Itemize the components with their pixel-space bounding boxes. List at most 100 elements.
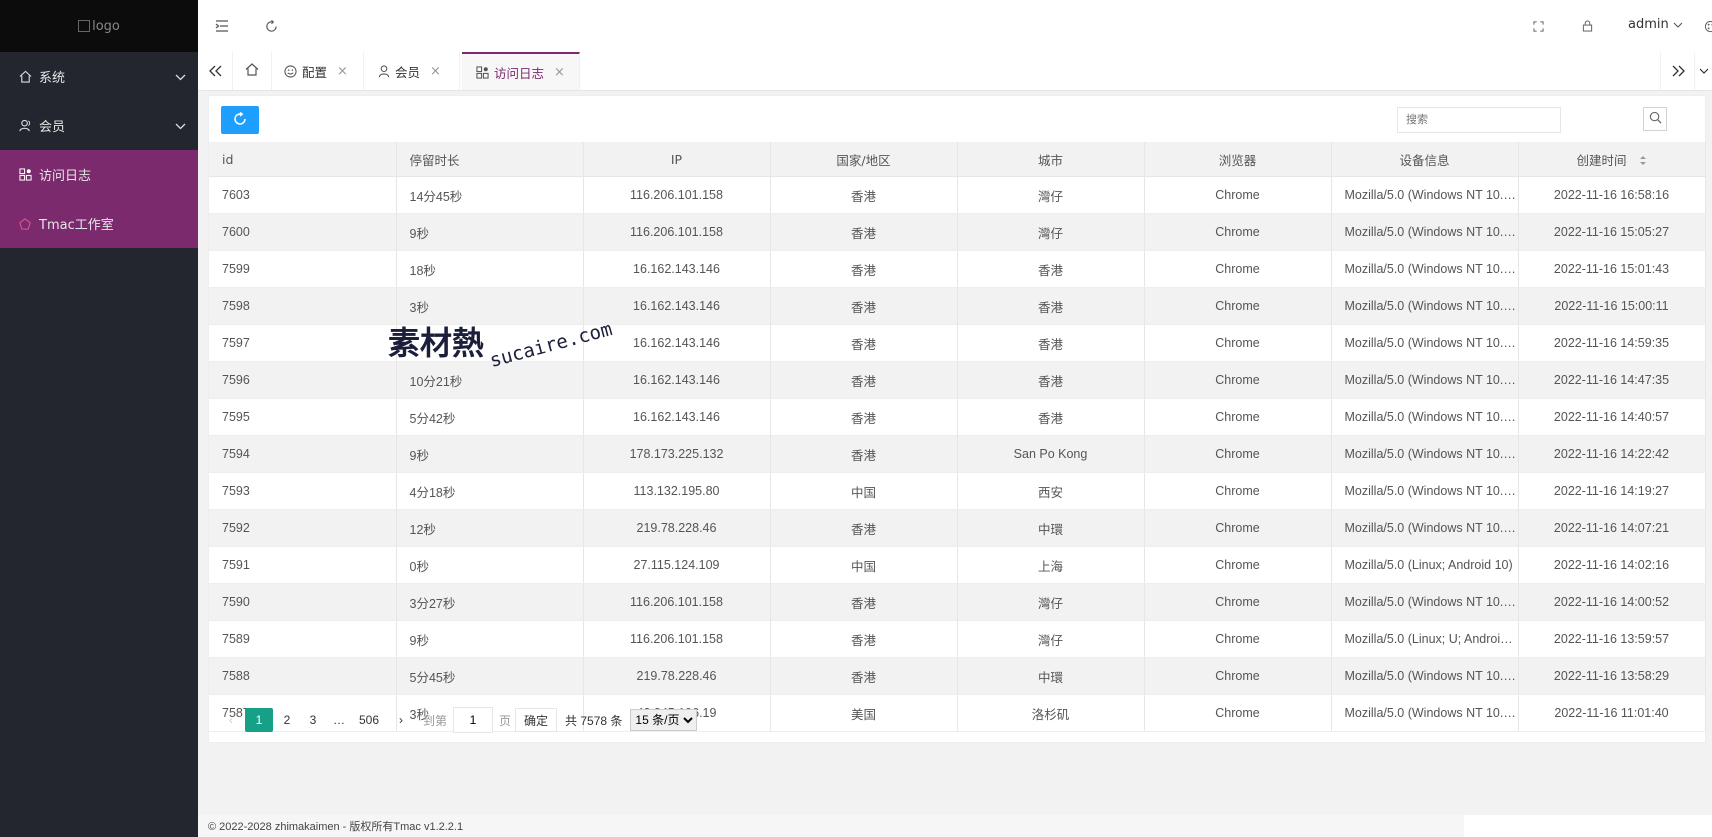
cell-id: 7593 bbox=[209, 472, 397, 510]
table-row[interactable]: 7592 12秒 219.78.228.46 香港 中環 Chrome Mozilla/5.… bbox=[209, 509, 1706, 547]
tab-menu-chevron-icon[interactable] bbox=[1694, 52, 1712, 90]
page-number-input[interactable] bbox=[453, 707, 494, 733]
table-row[interactable]: 7603 14分45秒 116.206.101.158 香港 灣仔 Chrome Mozil… bbox=[209, 176, 1706, 214]
sidebar-item-label: 访问日志 bbox=[39, 169, 92, 184]
menu-fold-icon[interactable] bbox=[212, 16, 232, 36]
sidebar-item-system[interactable]: 系统 bbox=[0, 52, 198, 101]
page-1-button[interactable]: 1 bbox=[245, 708, 273, 732]
logo-alt-text: logo bbox=[92, 18, 120, 34]
cell-created: 2022-11-16 15:00:11 bbox=[1518, 287, 1706, 325]
column-header-browser[interactable]: 浏览器 bbox=[1144, 142, 1332, 177]
table-row[interactable]: 7590 3分27秒 116.206.101.158 香港 灣仔 Chrome Mozill… bbox=[209, 583, 1706, 621]
table-row[interactable]: 7594 9秒 178.173.225.132 香港 San Po Kong Chrome… bbox=[209, 435, 1706, 473]
column-header-created[interactable]: 创建时间 bbox=[1518, 142, 1706, 177]
close-icon[interactable]: × bbox=[337, 64, 348, 79]
log-icon bbox=[18, 168, 32, 182]
cell-created: 2022-11-16 16:58:16 bbox=[1518, 176, 1706, 214]
cell-ip: 16.162.143.146 bbox=[583, 250, 771, 288]
cell-ip: 27.115.124.109 bbox=[583, 546, 771, 584]
cell-ip: 116.206.101.158 bbox=[583, 176, 771, 214]
refresh-icon[interactable] bbox=[261, 16, 281, 36]
sidebar-item-member[interactable]: 会员 bbox=[0, 101, 198, 150]
cell-country: 香港 bbox=[770, 213, 958, 251]
cell-browser: Chrome bbox=[1144, 287, 1332, 325]
sidebar-item-access-log[interactable]: 访问日志 bbox=[0, 150, 198, 199]
cell-created: 2022-11-16 14:07:21 bbox=[1518, 509, 1706, 547]
column-header-ip[interactable]: IP bbox=[583, 142, 771, 177]
goto-label: 到第 bbox=[423, 713, 448, 728]
prev-page-button[interactable]: ‹ bbox=[219, 708, 243, 732]
table-row[interactable]: 7600 9秒 116.206.101.158 香港 灣仔 Chrome Mozilla/5… bbox=[209, 213, 1706, 251]
column-header-label: 创建时间 bbox=[1576, 152, 1627, 168]
table-row[interactable]: 7596 10分21秒 16.162.143.146 香港 香港 Chrome Mozill… bbox=[209, 361, 1706, 399]
cell-id: 7597 bbox=[209, 324, 397, 362]
cell-city: 香港 bbox=[957, 324, 1145, 362]
search-input[interactable] bbox=[1397, 107, 1561, 133]
cell-city: 灣仔 bbox=[957, 583, 1145, 621]
page-3-button[interactable]: 3 bbox=[301, 708, 325, 732]
user-group-icon bbox=[18, 119, 32, 133]
tab-config[interactable]: 配置 × bbox=[270, 52, 364, 90]
smile-icon bbox=[284, 64, 297, 78]
page-goto: 到第 页 bbox=[423, 707, 511, 733]
home-icon bbox=[245, 63, 259, 79]
tab-home[interactable] bbox=[232, 52, 272, 90]
cell-country: 中国 bbox=[770, 472, 958, 510]
column-header-city[interactable]: 城市 bbox=[957, 142, 1145, 177]
cell-browser: Chrome bbox=[1144, 361, 1332, 399]
table-row[interactable]: 7599 18秒 16.162.143.146 香港 香港 Chrome Mozilla/5… bbox=[209, 250, 1706, 288]
column-header-id[interactable]: id bbox=[209, 142, 397, 177]
search-button[interactable] bbox=[1643, 107, 1667, 131]
tab-scroll-left-icon[interactable] bbox=[198, 52, 232, 90]
cell-duration: 5分42秒 bbox=[396, 398, 584, 436]
next-page-button[interactable]: › bbox=[389, 708, 413, 732]
access-log-table: id 停留时长 IP 国家/地区 城市 浏览器 设备信息 创建时间 7603 14… bbox=[209, 142, 1706, 732]
page-2-button[interactable]: 2 bbox=[275, 708, 299, 732]
cell-city: 中環 bbox=[957, 509, 1145, 547]
refresh-button[interactable] bbox=[221, 106, 259, 134]
cell-duration bbox=[396, 324, 584, 362]
lock-icon[interactable] bbox=[1577, 16, 1597, 36]
user-menu[interactable]: admin bbox=[1628, 17, 1683, 32]
tab-label: 配置 bbox=[302, 64, 328, 80]
cell-ip: 16.162.143.146 bbox=[583, 361, 771, 399]
sort-icon[interactable] bbox=[1639, 154, 1647, 169]
table-row[interactable]: 7597 16.162.143.146 香港 香港 Chrome Mozilla/5.0 … bbox=[209, 324, 1706, 362]
column-header-device[interactable]: 设备信息 bbox=[1331, 142, 1519, 177]
sidebar-item-tmac-studio[interactable]: Tmac工作室 bbox=[0, 199, 198, 248]
cell-browser: Chrome bbox=[1144, 472, 1332, 510]
page-size-select[interactable]: 15 条/页 bbox=[630, 709, 698, 731]
logo[interactable]: logo bbox=[0, 0, 198, 52]
cell-browser: Chrome bbox=[1144, 657, 1332, 695]
pentagon-icon bbox=[18, 217, 32, 231]
tab-scroll-right-icon[interactable] bbox=[1660, 52, 1695, 90]
cell-device: Mozilla/5.0 (Linux; U; Android 10) bbox=[1331, 620, 1519, 658]
close-icon[interactable]: × bbox=[554, 65, 565, 80]
chevron-down-icon bbox=[175, 70, 186, 85]
column-header-duration[interactable]: 停留时长 bbox=[396, 142, 584, 177]
table-row[interactable]: 7593 4分18秒 113.132.195.80 中国 西安 Chrome Mozilla… bbox=[209, 472, 1706, 510]
close-icon[interactable]: × bbox=[430, 64, 441, 79]
table-row[interactable]: 7588 5分45秒 219.78.228.46 香港 中環 Chrome Mozilla/… bbox=[209, 657, 1706, 695]
theme-icon[interactable] bbox=[1700, 16, 1712, 36]
cell-created: 2022-11-16 14:40:57 bbox=[1518, 398, 1706, 436]
tab-access-log[interactable]: 访问日志 × bbox=[462, 52, 580, 90]
table-row[interactable]: 7598 3秒 16.162.143.146 香港 香港 Chrome Mozilla/5.… bbox=[209, 287, 1706, 325]
cell-country: 香港 bbox=[770, 250, 958, 288]
username: admin bbox=[1628, 17, 1669, 32]
cell-browser: Chrome bbox=[1144, 324, 1332, 362]
cell-device: Mozilla/5.0 (Windows NT 10.0; Win64; x64… bbox=[1331, 657, 1519, 695]
cell-created: 2022-11-16 11:01:40 bbox=[1518, 694, 1706, 732]
fullscreen-icon[interactable] bbox=[1528, 16, 1548, 36]
cell-ip: 116.206.101.158 bbox=[583, 583, 771, 621]
tab-member[interactable]: 会员 × bbox=[364, 52, 460, 90]
column-header-country[interactable]: 国家/地区 bbox=[770, 142, 958, 177]
confirm-button[interactable]: 确定 bbox=[515, 708, 558, 732]
table-row[interactable]: 7589 9秒 116.206.101.158 香港 灣仔 Chrome Mozilla/5… bbox=[209, 620, 1706, 658]
cell-city: 上海 bbox=[957, 546, 1145, 584]
cell-ip: 178.173.225.132 bbox=[583, 435, 771, 473]
last-page-button[interactable]: 506 bbox=[357, 708, 381, 732]
table-row[interactable]: 7595 5分42秒 16.162.143.146 香港 香港 Chrome Mozilla… bbox=[209, 398, 1706, 436]
table-row[interactable]: 7591 0秒 27.115.124.109 中国 上海 Chrome Mozilla/5.… bbox=[209, 546, 1706, 584]
cell-ip: 116.206.101.158 bbox=[583, 620, 771, 658]
